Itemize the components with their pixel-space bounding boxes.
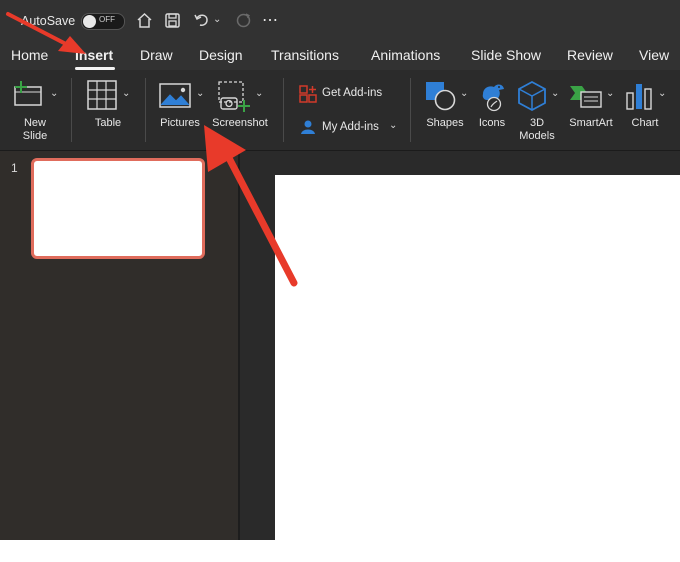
3d-models-icon[interactable] [517,80,547,112]
tab-review[interactable]: Review [567,47,613,63]
smartart-icon[interactable] [569,83,603,109]
icons-icon[interactable] [477,80,509,112]
3d-models-label[interactable]: 3D Models [515,117,559,143]
shapes-chevron-icon[interactable]: ⌄ [460,88,468,99]
icons-label[interactable]: Icons [476,117,508,130]
my-addins-label[interactable]: My Add-ins [322,121,379,133]
shapes-icon[interactable] [425,81,457,111]
chart-icon[interactable] [626,81,654,111]
annotation-arrow-to-pictures [204,125,298,287]
bottom-area [0,540,680,562]
chart-chevron-icon[interactable]: ⌄ [658,88,666,99]
my-addins-chevron-icon[interactable]: ⌄ [389,120,397,131]
3d-models-chevron-icon[interactable]: ⌄ [551,88,559,99]
tab-animations[interactable]: Animations [371,47,440,63]
get-addins-label[interactable]: Get Add-ins [322,87,382,99]
smartart-label[interactable]: SmartArt [565,117,617,130]
slide-canvas[interactable] [275,175,680,540]
ribbon-separator [410,78,411,142]
tab-slide-show[interactable]: Slide Show [471,47,541,63]
chart-label[interactable]: Chart [626,117,664,130]
tab-view[interactable]: View [639,47,669,63]
smartart-chevron-icon[interactable]: ⌄ [606,88,614,99]
shapes-label[interactable]: Shapes [424,117,466,130]
